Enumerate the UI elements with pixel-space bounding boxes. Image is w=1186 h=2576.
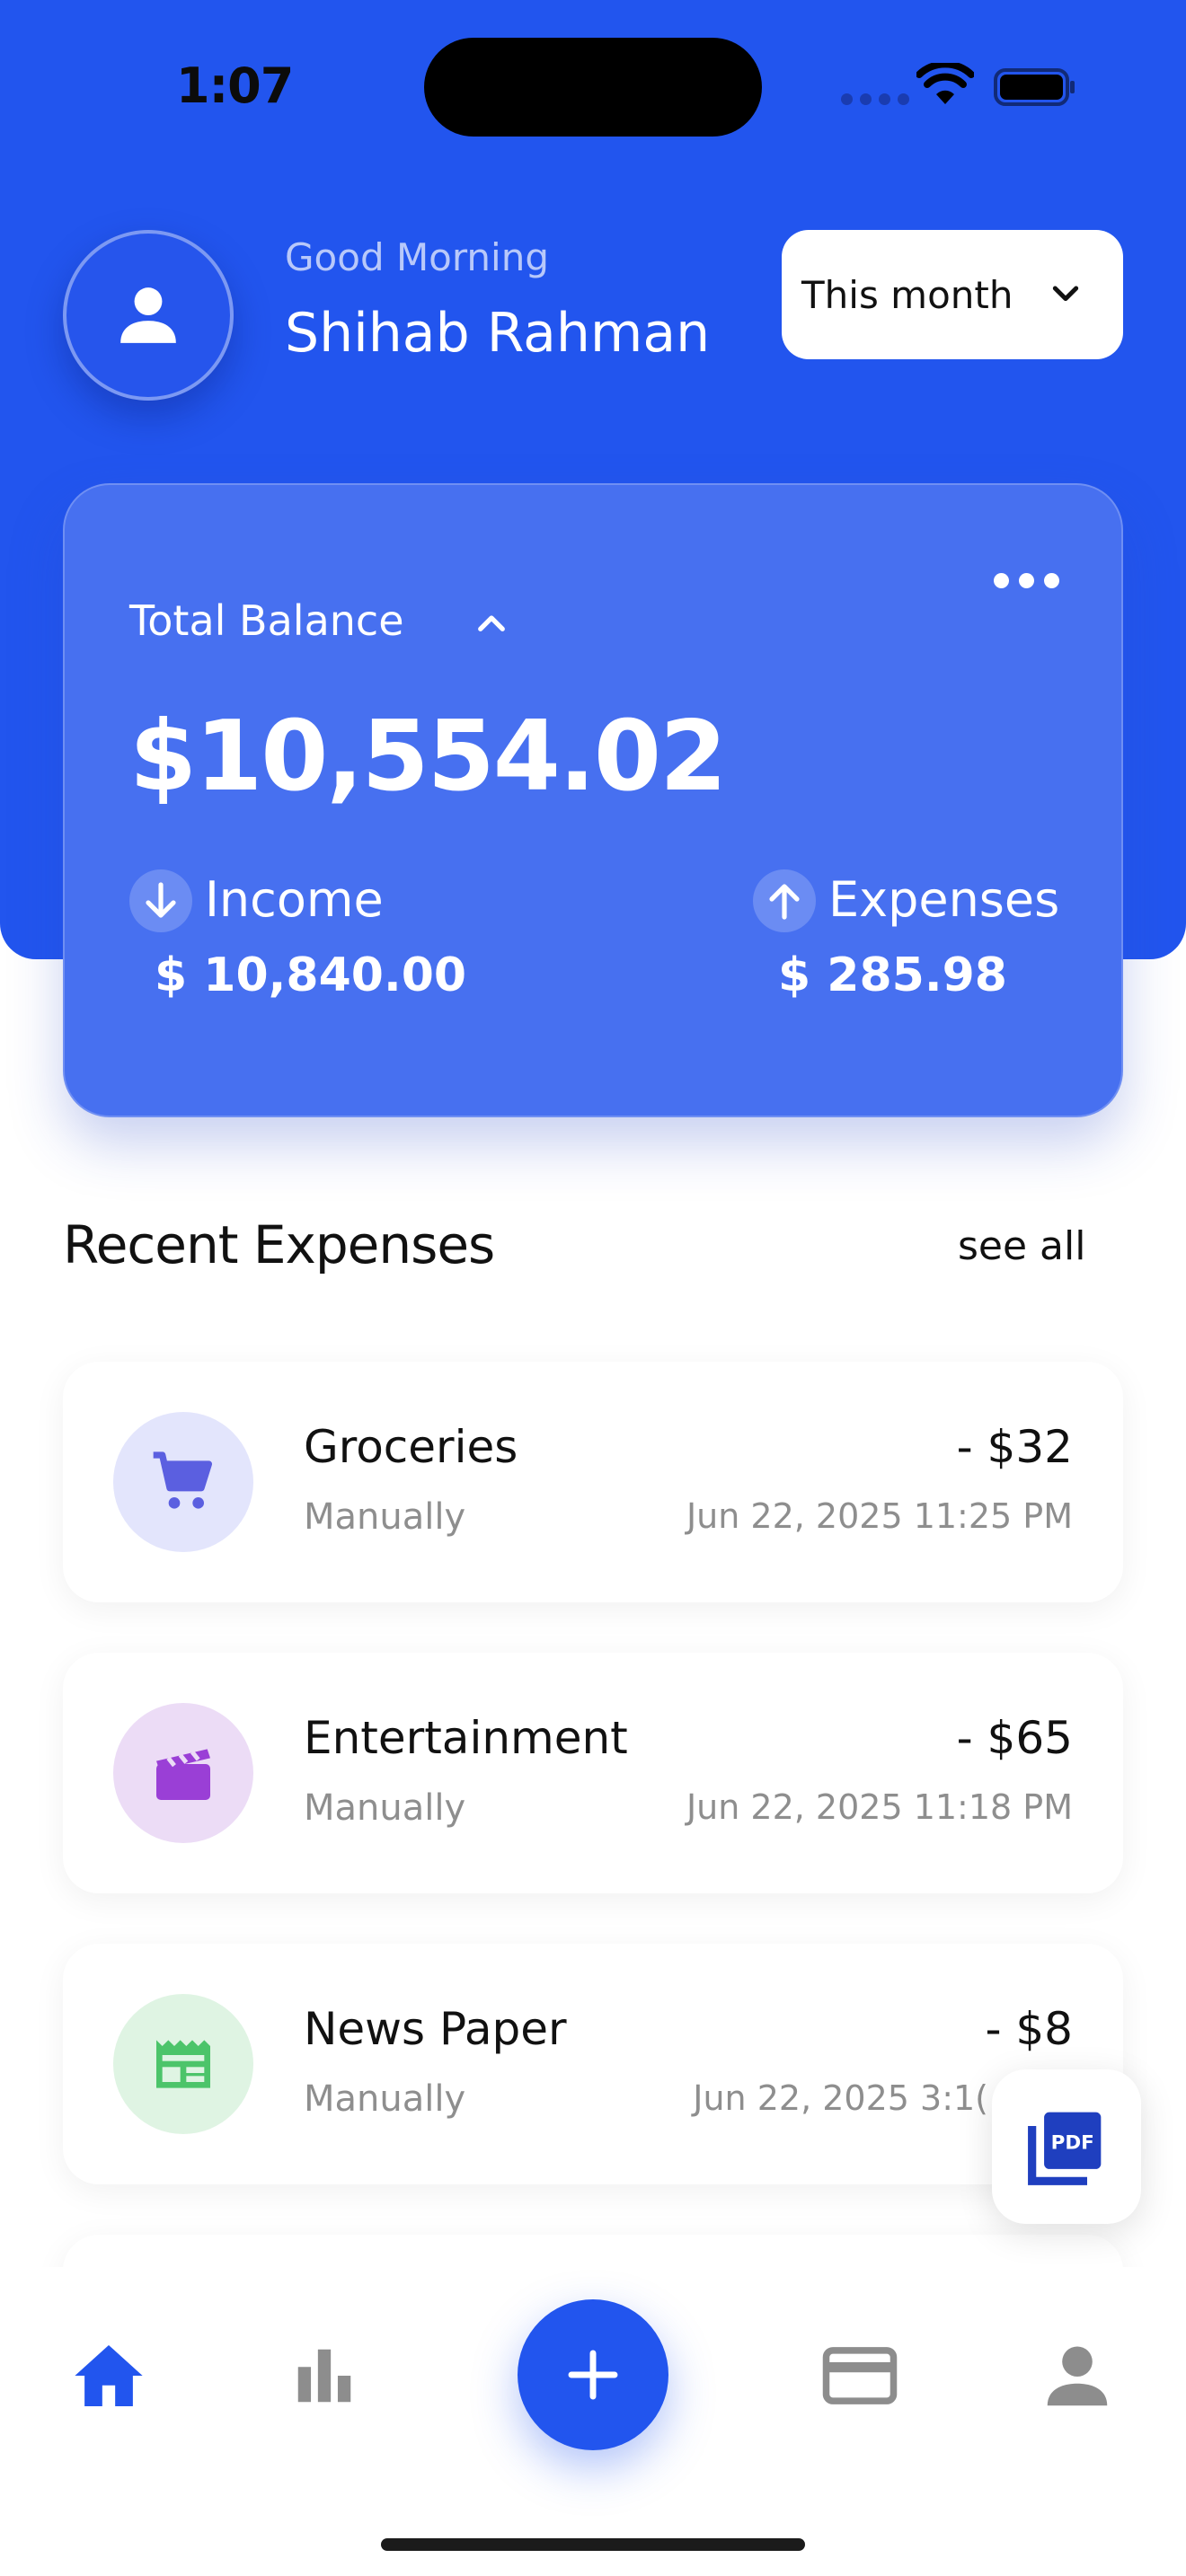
expense-name: Entertainment <box>304 1712 628 1764</box>
income-arrow-icon <box>129 869 192 932</box>
home-icon <box>75 2344 143 2407</box>
expense-source: Manually <box>304 2078 466 2120</box>
expense-source: Manually <box>304 1787 466 1829</box>
plus-icon <box>568 2350 618 2400</box>
expense-date: Jun 22, 2025 11:18 PM <box>686 1787 1073 1827</box>
expense-amount: - $65 <box>956 1712 1073 1764</box>
pdf-icon-text: PDF <box>1051 2131 1094 2154</box>
cart-icon <box>113 1412 253 1552</box>
expenses-label: Expenses <box>828 871 1060 928</box>
more-options-icon[interactable] <box>994 573 1059 588</box>
nav-stats[interactable] <box>284 2335 365 2416</box>
expense-item-entertainment[interactable]: Entertainment Manually - $65 Jun 22, 202… <box>63 1653 1123 1893</box>
expense-date: Jun 22, 2025 11:25 PM <box>686 1496 1073 1536</box>
expense-date: Jun 22, 2025 3:1( <box>693 2078 988 2118</box>
bar-chart-icon <box>297 2349 351 2403</box>
period-selected-label: This month <box>801 272 1013 317</box>
nav-profile[interactable] <box>1037 2335 1118 2416</box>
expense-name: Groceries <box>304 1421 518 1473</box>
dynamic-island <box>424 38 762 137</box>
cellular-signal-icon <box>841 93 909 105</box>
expenses-value: $ 285.98 <box>778 948 1007 1002</box>
expense-item-groceries[interactable]: Groceries Manually - $32 Jun 22, 2025 11… <box>63 1362 1123 1602</box>
total-balance-label: Total Balance <box>129 596 404 645</box>
chevron-up-icon[interactable] <box>473 605 510 643</box>
see-all-link[interactable]: see all <box>958 1223 1085 1269</box>
expense-name: News Paper <box>304 2003 567 2055</box>
clapperboard-icon <box>113 1703 253 1843</box>
battery-icon <box>994 68 1075 106</box>
add-expense-button[interactable] <box>518 2299 668 2450</box>
total-balance-amount: $10,554.02 <box>129 701 727 813</box>
pdf-icon: PDF <box>1028 2112 1102 2185</box>
wifi-icon <box>916 63 974 104</box>
expense-source: Manually <box>304 1496 466 1538</box>
newspaper-icon <box>113 1994 253 2134</box>
income-label: Income <box>205 871 384 928</box>
avatar[interactable] <box>63 230 234 401</box>
income-value: $ 10,840.00 <box>155 948 467 1002</box>
expense-amount: - $8 <box>985 2003 1073 2055</box>
pdf-export-button[interactable]: PDF <box>992 2069 1141 2224</box>
status-time: 1:07 <box>176 57 294 114</box>
person-icon <box>1047 2346 1108 2406</box>
user-name: Shihab Rahman <box>285 302 711 365</box>
recent-expenses-title: Recent Expenses <box>63 1214 495 1275</box>
expenses-arrow-icon <box>753 869 816 932</box>
home-indicator <box>381 2538 805 2551</box>
expense-amount: - $32 <box>956 1421 1073 1473</box>
expense-item-news-paper[interactable]: News Paper Manually - $8 Jun 22, 2025 3:… <box>63 1944 1123 2184</box>
nav-home[interactable] <box>68 2335 149 2416</box>
period-dropdown[interactable]: This month <box>782 230 1123 359</box>
person-icon <box>120 287 176 343</box>
nav-cards[interactable] <box>819 2335 900 2416</box>
chevron-down-icon <box>1052 286 1079 302</box>
greeting-text: Good Morning <box>285 235 549 279</box>
credit-card-icon <box>822 2347 898 2404</box>
